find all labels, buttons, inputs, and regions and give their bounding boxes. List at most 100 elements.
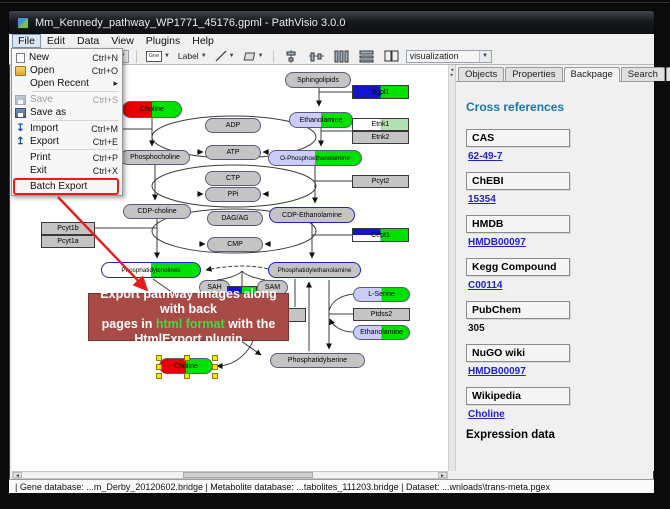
menu-item-open[interactable]: OpenCtrl+O	[12, 64, 122, 77]
pathway-node-cdp-ethanolamine[interactable]: CDP-Ethanolamine	[269, 207, 355, 223]
tab-properties[interactable]: Properties	[505, 67, 562, 81]
chevron-down-icon[interactable]: ▼	[258, 53, 264, 59]
distribute-vertical-icon[interactable]	[359, 50, 374, 63]
match-size-icon[interactable]	[384, 50, 399, 63]
crossref-link[interactable]: C00114	[468, 280, 644, 291]
batch-export-highlight-box	[13, 178, 119, 195]
crossref-section-cas: CAS62-49-7	[466, 128, 644, 162]
menu-shortcut: Ctrl+X	[93, 166, 118, 176]
scroll-right-icon[interactable]: ►	[438, 472, 447, 478]
menu-file[interactable]: File	[12, 34, 41, 48]
menu-item-save-as[interactable]: Save as	[12, 106, 122, 119]
menu-data[interactable]: Data	[71, 35, 105, 48]
menu-shortcut: Ctrl+M	[91, 124, 118, 134]
menu-view[interactable]: View	[105, 35, 140, 48]
pathway-node-dag-ag[interactable]: DAG/AG	[207, 211, 263, 226]
crossref-section-wikipedia: WikipediaCholine	[466, 386, 644, 420]
pathway-node-phosphocholine[interactable]: Phosphocholine	[120, 150, 190, 165]
pathway-node-pcyt1a[interactable]: Pcyt1a	[41, 235, 95, 248]
node-label: Sphingolipids	[297, 77, 339, 84]
pathway-node-phosphatidylcholines[interactable]: Phosphatidylcholines	[101, 262, 201, 278]
add-label-button[interactable]: Label ▼	[176, 49, 209, 63]
pathway-node-pcyt2[interactable]: Pcyt2	[352, 175, 409, 188]
pathway-node-ctp[interactable]: CTP	[205, 171, 261, 186]
menu-help[interactable]: Help	[186, 35, 220, 48]
splitpane-divider[interactable]: ◂▸	[448, 65, 456, 471]
pathway-node-ethanolamine[interactable]: Ethanolamine	[353, 325, 410, 340]
menu-item-open-recent[interactable]: Open Recent▸	[12, 77, 122, 90]
menu-plugins[interactable]: Plugins	[140, 35, 186, 48]
pathway-node-cmp[interactable]: CMP	[207, 237, 263, 252]
pathway-node-cept1[interactable]: Cept1	[352, 228, 409, 242]
menu-edit[interactable]: Edit	[41, 35, 71, 48]
crossref-link[interactable]: HMDB00097	[468, 237, 644, 248]
crossref-link[interactable]: 15354	[468, 194, 644, 205]
chevron-down-icon[interactable]: ▼	[479, 51, 491, 62]
menu-item-exit[interactable]: ExitCtrl+X	[12, 164, 122, 177]
side-panel-tabs: ObjectsPropertiesBackpageSearchLegend	[456, 65, 654, 82]
menu-item-export[interactable]: ↥ExportCtrl+E	[12, 135, 122, 148]
node-label: Pcyt2	[372, 178, 390, 185]
menu-item-import[interactable]: ↧ImportCtrl+M	[12, 122, 122, 135]
crossref-link[interactable]: 62-49-7	[468, 151, 644, 162]
pathway-node-atp[interactable]: ATP	[205, 145, 261, 160]
add-line-button[interactable]: ▼	[213, 49, 237, 63]
pathway-node-cdp-choline[interactable]: CDP-choline	[123, 204, 191, 219]
node-label: PPi	[228, 191, 239, 198]
scroll-left-icon[interactable]: ◄	[13, 472, 22, 478]
status-bar: | Gene database: ...m_Derby_20120602.bri…	[9, 479, 654, 493]
pathway-node-l-serine[interactable]: L-Serine	[353, 287, 410, 302]
tab-objects[interactable]: Objects	[458, 67, 504, 81]
pathway-node-ethanolamine[interactable]: Ethanolamine	[289, 112, 353, 128]
pathway-node-sphingolipids[interactable]: Sphingolipids	[285, 72, 351, 88]
node-label: L-Serine	[368, 291, 394, 298]
pathway-node-phosphatidylserine[interactable]: Phosphatidylserine	[270, 353, 365, 368]
pathway-node-o-phosphoethanolamine[interactable]: O-Phosphoethanolamine	[268, 150, 362, 166]
menu-item-new[interactable]: NewCtrl+N	[12, 51, 122, 64]
pathway-node-pcyt1b[interactable]: Pcyt1b	[41, 222, 95, 235]
tab-legend[interactable]: Legend	[666, 67, 670, 81]
crossref-link[interactable]: Choline	[468, 409, 644, 420]
menu-item-label: Print	[30, 152, 93, 163]
align-center-y-icon[interactable]	[309, 50, 324, 63]
visualization-combobox[interactable]: visualization ▼	[406, 50, 492, 63]
pathway-node-phosphatidylethanolamine[interactable]: Phosphatidylethanolamine	[268, 262, 361, 278]
add-shape-button[interactable]: ▼	[241, 49, 266, 63]
crossref-source-label: NuGO wiki	[466, 344, 570, 362]
backpage-heading: Cross references	[466, 100, 644, 114]
title-bar[interactable]: Mm_Kennedy_pathway_WP1771_45176.gpml - P…	[9, 11, 654, 34]
pathway-node-choline[interactable]: Choline	[159, 358, 213, 374]
menu-bar: FileEditDataViewPluginsHelp	[9, 34, 654, 48]
add-datanode-button[interactable]: Gne ▼	[144, 49, 172, 63]
tab-backpage[interactable]: Backpage	[564, 67, 620, 82]
crossref-link[interactable]: HMDB00097	[468, 366, 644, 377]
no-icon	[15, 166, 26, 176]
menu-item-print[interactable]: PrintCtrl+P	[12, 151, 122, 164]
pathvisio-window: Mm_Kennedy_pathway_WP1771_45176.gpml - P…	[8, 10, 655, 491]
pathway-node-sgpl1[interactable]: Sgpl1	[352, 85, 409, 99]
pathway-node-etnk2[interactable]: Etnk2	[352, 131, 409, 144]
pathway-node-ppi[interactable]: PPi	[205, 187, 261, 202]
chevron-down-icon[interactable]: ▼	[164, 53, 170, 59]
pathway-node-ptdss2[interactable]: Ptdss2	[353, 308, 410, 321]
scrollbar-thumb[interactable]	[183, 472, 313, 478]
horizontal-scrollbar[interactable]: ◄ ►	[12, 471, 448, 479]
pathway-node-etnk1[interactable]: Etnk1	[352, 118, 409, 131]
node-label: ADP	[226, 122, 240, 129]
toolbar-separator	[273, 50, 274, 63]
menu-item-label: New	[29, 52, 92, 63]
chevron-down-icon[interactable]: ▼	[201, 53, 207, 59]
node-label: Pcyt1a	[57, 238, 78, 245]
align-center-x-icon[interactable]	[284, 50, 299, 63]
distribute-horizontal-icon[interactable]	[334, 50, 349, 63]
menu-item-label: Export	[30, 136, 93, 147]
menu-shortcut: Ctrl+N	[92, 53, 118, 63]
file-menu-popup: NewCtrl+NOpenCtrl+OOpen Recent▸ Save Ctrl+…	[11, 48, 123, 196]
callout-line2-pre: pages in	[102, 317, 156, 331]
chevron-down-icon[interactable]: ▼	[229, 53, 235, 59]
tab-search[interactable]: Search	[621, 67, 665, 81]
menu-item-label: Save	[30, 94, 93, 105]
pathway-node-choline[interactable]: Choline	[122, 101, 182, 118]
node-label: Sgpl1	[372, 89, 390, 96]
pathway-node-adp[interactable]: ADP	[205, 118, 261, 133]
